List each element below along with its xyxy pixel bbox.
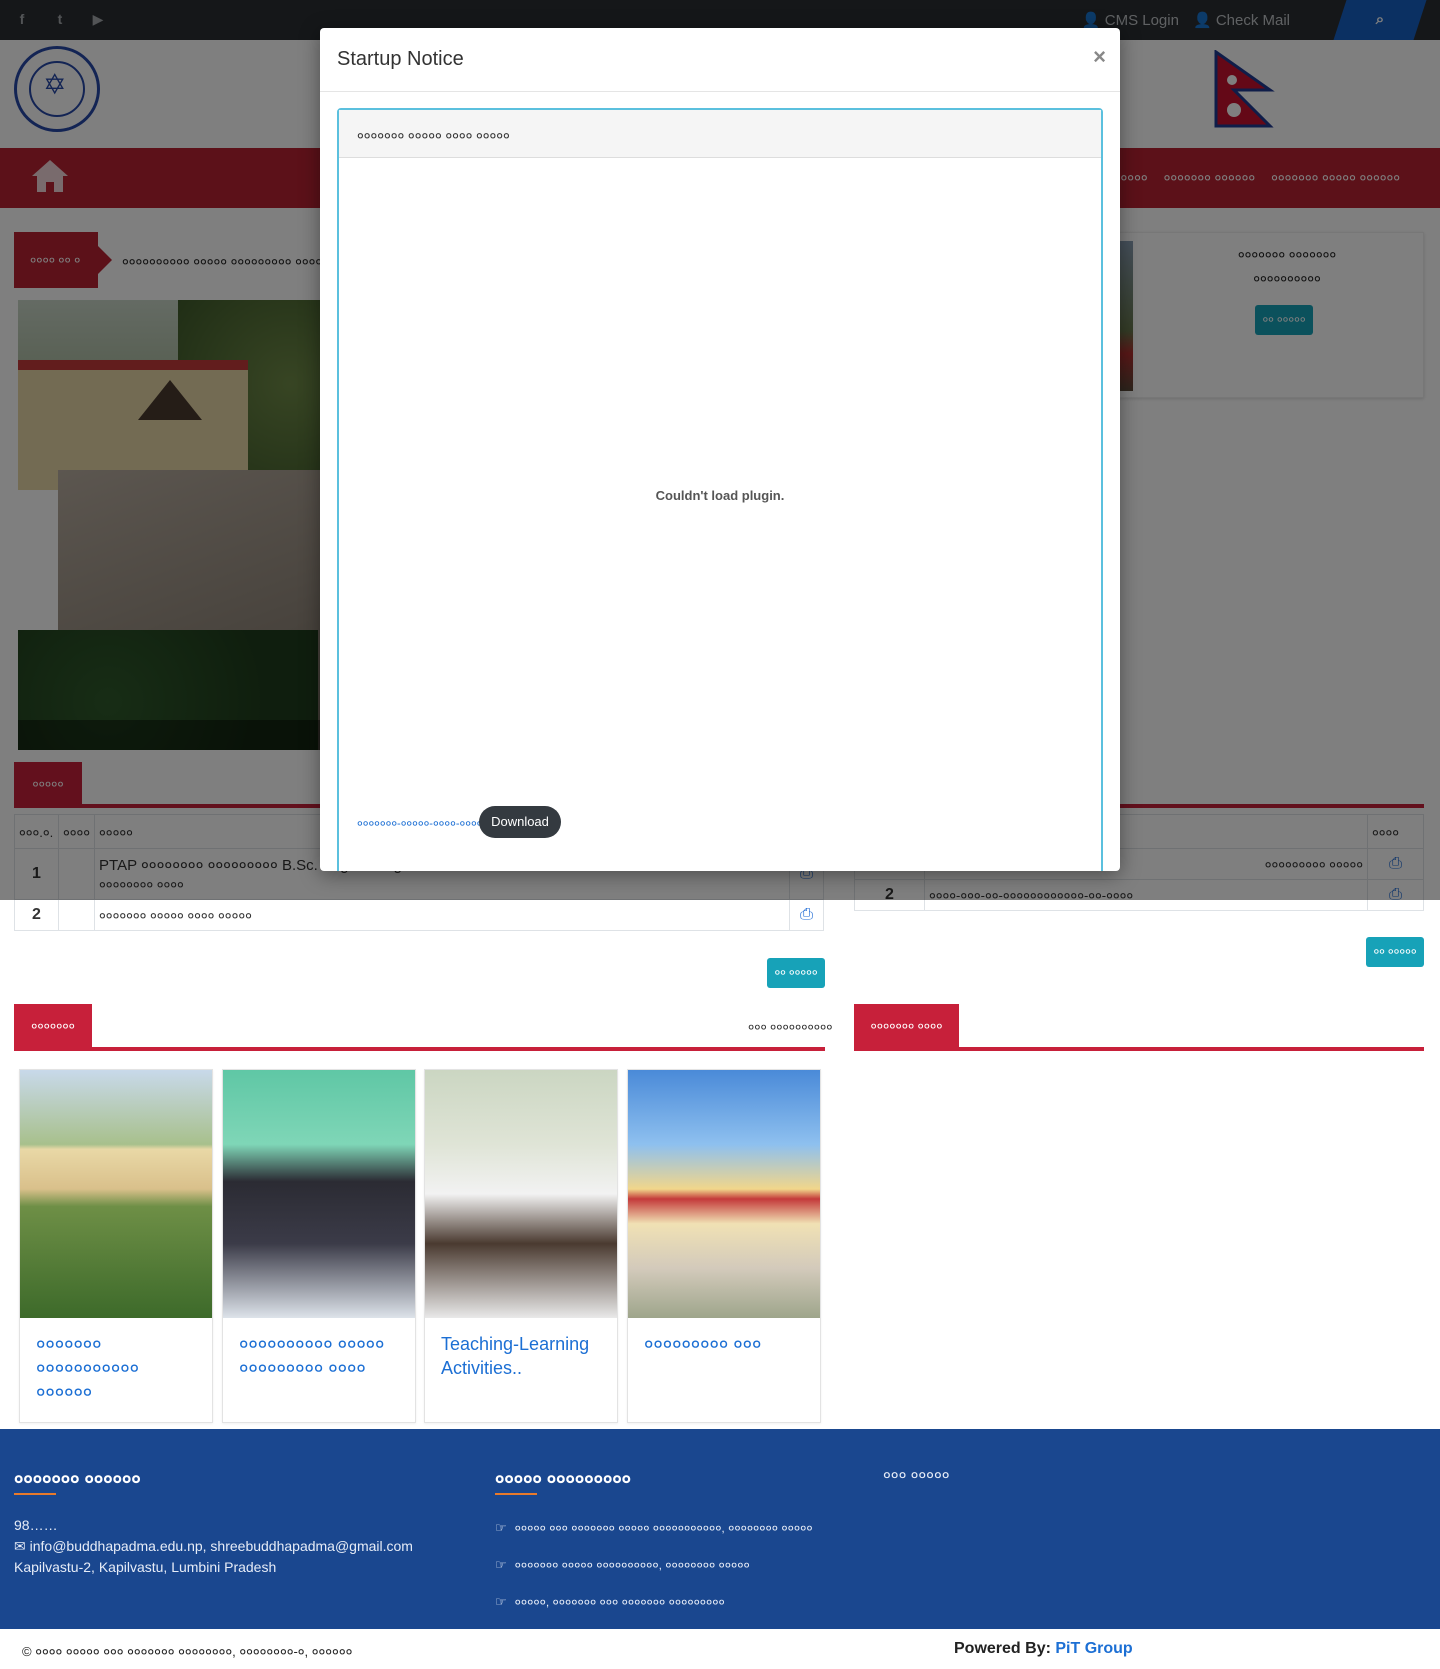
tab-right-section[interactable]: ००००००० ०००० xyxy=(854,1004,959,1048)
envelope-icon: ✉ xyxy=(14,1538,30,1554)
tab-gallery[interactable]: ००००००० xyxy=(14,1004,92,1048)
footer-address: Kapilvastu-2, Kapilvastu, Lumbini Prades… xyxy=(14,1559,277,1575)
gallery-caption: ००००००००० ००० xyxy=(644,1334,762,1354)
close-icon[interactable]: × xyxy=(1093,44,1106,70)
footer-underline xyxy=(14,1493,56,1495)
startup-notice-modal: Startup Notice × ००००००० ००००० ०००० ००००… xyxy=(320,28,1120,871)
copyright-text: © ०००० ००००० ००० ००००००० ००००००००, ०००००… xyxy=(22,1644,353,1659)
gallery-card-3[interactable]: Teaching-Learning Activities.. xyxy=(424,1069,618,1423)
footer-link-label: ०००००, ००००००० ००० ००००००० ००००००००० xyxy=(514,1595,725,1609)
gallery-caption: ०००००००००० ००००० ००००००००० ०००० xyxy=(239,1334,385,1378)
footer-phone: 98…… xyxy=(14,1517,58,1533)
modal-header: Startup Notice × xyxy=(320,28,1120,92)
panel-title: ००००००० ००००० ०००० ००००० xyxy=(339,110,1101,158)
hand-pointer-icon: ☞ xyxy=(495,1520,507,1535)
copyright-bar: © ०००० ००००० ००० ००००००० ००००००००, ०००००… xyxy=(0,1629,1440,1669)
file-link[interactable]: ०००००००-०००००-००००-००००० xyxy=(357,816,488,831)
gallery-caption: Teaching-Learning Activities.. xyxy=(441,1334,590,1378)
row-title[interactable]: ००००००० ००००० ०००० ००००० xyxy=(94,899,790,931)
footer-link-3[interactable]: ☞ ०००००, ००००००० ००० ००००००० ००००००००० xyxy=(495,1593,725,1610)
powered-by-label: Powered By: xyxy=(954,1640,1056,1657)
gallery-image xyxy=(425,1070,617,1318)
footer-third-title: ००० ००००० xyxy=(883,1467,950,1484)
downloads-view-all-button[interactable]: ०० ००००० xyxy=(1366,937,1424,967)
right-section-divider xyxy=(854,1047,1424,1051)
pdf-icon[interactable]: ⎙ xyxy=(789,899,824,931)
footer-link-2[interactable]: ☞ ००००००० ००००० ००००००००००, ०००००००० ००००… xyxy=(495,1556,750,1573)
footer-links-title: ००००० ००००००००० xyxy=(495,1469,632,1489)
gallery-divider xyxy=(14,1047,825,1051)
gallery-card-1[interactable]: ००००००० ००००००००००० ०००००० xyxy=(19,1069,213,1423)
notice-panel: ००००००० ००००० ०००० ००००० Couldn't load p… xyxy=(337,108,1103,871)
hand-pointer-icon: ☞ xyxy=(495,1594,507,1609)
gallery-image xyxy=(223,1070,415,1318)
footer-underline xyxy=(495,1493,537,1495)
footer-link-label: ००००० ००० ००००००० ००००० ०००००००००००, ०००… xyxy=(514,1521,813,1535)
footer-email[interactable]: info@buddhapadma.edu.np, shreebuddhapadm… xyxy=(30,1538,413,1554)
notices-view-all-button[interactable]: ०० ००००० xyxy=(767,958,825,988)
gallery-view-all-link[interactable]: ००० ०००००००००० xyxy=(748,1018,832,1035)
gallery-image xyxy=(628,1070,820,1318)
powered-by-brand[interactable]: PiT Group xyxy=(1055,1640,1132,1657)
table-row: 2 ००००००० ००००० ०००० ००००० ⎙ xyxy=(14,899,824,931)
footer-contact-title: ००००००० ०००००० xyxy=(14,1469,141,1489)
modal-title: Startup Notice xyxy=(337,48,464,70)
gallery-card-2[interactable]: ०००००००००० ००००० ००००००००० ०००० xyxy=(222,1069,416,1423)
footer-link-label: ००००००० ००००० ००००००००००, ०००००००० ००००० xyxy=(514,1558,750,1572)
gallery-caption: ००००००० ००००००००००० ०००००० xyxy=(36,1334,139,1402)
footer-link-1[interactable]: ☞ ००००० ००० ००००००० ००००० ०००००००००००, ००… xyxy=(495,1519,813,1536)
plugin-error-message: Couldn't load plugin. xyxy=(655,488,785,503)
gallery-card-4[interactable]: ००००००००० ००० xyxy=(627,1069,821,1423)
powered-by: Powered By: PiT Group xyxy=(954,1640,1133,1658)
site-footer: ००००००० ०००००० 98…… ✉ info@buddhapadma.e… xyxy=(0,1429,1440,1629)
footer-email-row: ✉ info@buddhapadma.edu.np, shreebuddhapa… xyxy=(14,1538,413,1555)
row-date xyxy=(57,899,96,931)
hand-pointer-icon: ☞ xyxy=(495,1557,507,1572)
row-number: 2 xyxy=(14,899,59,931)
download-button[interactable]: Download xyxy=(479,806,561,838)
gallery-image xyxy=(20,1070,212,1318)
